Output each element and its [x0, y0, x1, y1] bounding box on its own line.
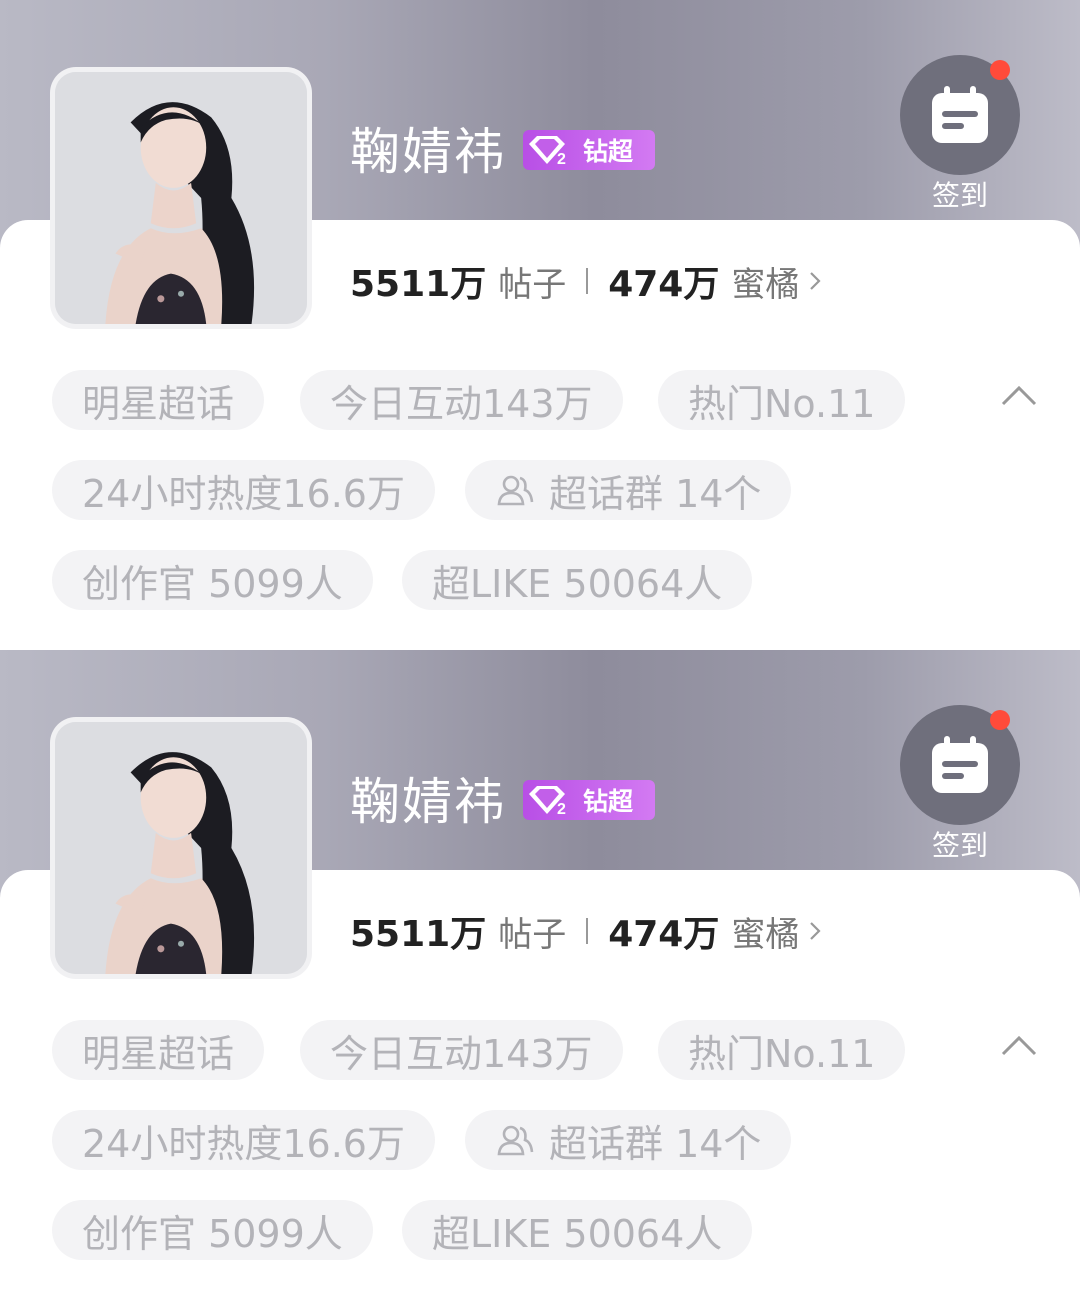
- topic-header-panel: 鞠婧祎 2 钻超 签到 5511万 帖子 474万 蜜橘 明星超话 今日互动14…: [0, 0, 1080, 650]
- topic-name: 鞠婧祎: [350, 123, 506, 181]
- tag-today-interaction[interactable]: 今日互动143万: [300, 370, 623, 430]
- tag-label: 超话群 14个: [549, 1121, 762, 1166]
- tag-group-chat[interactable]: 超话群 14个: [465, 1110, 792, 1170]
- tag-label: 超LIKE 50064人: [432, 561, 723, 606]
- tag-hot-rank[interactable]: 热门No.11: [658, 370, 906, 430]
- diamond-badge-icon: 2: [529, 786, 566, 818]
- avatar[interactable]: [50, 67, 312, 329]
- chevron-right-icon: [810, 272, 821, 290]
- tag-label: 明星超话: [82, 381, 235, 426]
- tag-label: 今日互动143万: [330, 1031, 593, 1076]
- stats-row[interactable]: 5511万 帖子 474万 蜜橘: [350, 908, 823, 955]
- group-icon: [497, 1125, 534, 1156]
- tag-star-topic[interactable]: 明星超话: [52, 1020, 265, 1080]
- diamond-super-badge[interactable]: 2 钻超: [523, 780, 655, 820]
- tag-creators[interactable]: 创作官 5099人: [52, 550, 373, 610]
- badge-label: 钻超: [583, 137, 634, 166]
- tag-label: 热门No.11: [688, 1031, 876, 1076]
- topic-name: 鞠婧祎: [350, 773, 506, 831]
- diamond-super-badge[interactable]: 2 钻超: [523, 130, 655, 170]
- tag-super-like[interactable]: 超LIKE 50064人: [402, 1200, 753, 1260]
- tag-24h-heat[interactable]: 24小时热度16.6万: [52, 460, 435, 520]
- posts-label: 帖子: [498, 914, 567, 955]
- calendar-icon: [932, 736, 988, 793]
- tag-creators[interactable]: 创作官 5099人: [52, 1200, 373, 1260]
- tag-label: 明星超话: [82, 1031, 235, 1076]
- tag-hot-rank[interactable]: 热门No.11: [658, 1020, 906, 1080]
- fans-label: 蜜橘: [731, 264, 800, 305]
- fans-count: 474万: [608, 264, 720, 305]
- diamond-badge-icon: 2: [529, 136, 566, 168]
- posts-count: 5511万: [350, 264, 487, 305]
- checkin-label: 签到: [931, 179, 988, 212]
- stats-row[interactable]: 5511万 帖子 474万 蜜橘: [350, 258, 823, 305]
- chevron-up-icon[interactable]: [998, 1030, 1040, 1062]
- tag-24h-heat[interactable]: 24小时热度16.6万: [52, 1110, 435, 1170]
- chevron-right-icon: [810, 922, 821, 940]
- notification-dot: [990, 710, 1010, 730]
- stat-divider: [586, 268, 589, 294]
- checkin-label: 签到: [931, 829, 988, 862]
- tag-label: 热门No.11: [688, 381, 876, 426]
- posts-count: 5511万: [350, 914, 487, 955]
- tag-label: 创作官 5099人: [82, 561, 343, 606]
- badge-label: 钻超: [583, 787, 634, 816]
- tag-label: 超LIKE 50064人: [432, 1211, 723, 1256]
- group-icon: [497, 475, 534, 506]
- calendar-icon: [932, 86, 988, 143]
- svg-text:2: 2: [557, 151, 566, 168]
- fans-count: 474万: [608, 914, 720, 955]
- posts-label: 帖子: [498, 264, 567, 305]
- fans-label: 蜜橘: [731, 914, 800, 955]
- tag-label: 今日互动143万: [330, 381, 593, 426]
- tag-star-topic[interactable]: 明星超话: [52, 370, 265, 430]
- tag-label: 创作官 5099人: [82, 1211, 343, 1256]
- topic-header-panel: 鞠婧祎 2 钻超 签到 5511万 帖子 474万 蜜橘 明星超话 今日互动14…: [0, 650, 1080, 1299]
- avatar[interactable]: [50, 717, 312, 979]
- tag-group-chat[interactable]: 超话群 14个: [465, 460, 792, 520]
- notification-dot: [990, 60, 1010, 80]
- tag-label: 24小时热度16.6万: [82, 471, 405, 516]
- svg-text:2: 2: [557, 801, 566, 818]
- tag-label: 超话群 14个: [549, 471, 762, 516]
- chevron-up-icon[interactable]: [998, 380, 1040, 412]
- tag-super-like[interactable]: 超LIKE 50064人: [402, 550, 753, 610]
- stat-divider: [586, 918, 589, 944]
- tag-label: 24小时热度16.6万: [82, 1121, 405, 1166]
- tag-today-interaction[interactable]: 今日互动143万: [300, 1020, 623, 1080]
